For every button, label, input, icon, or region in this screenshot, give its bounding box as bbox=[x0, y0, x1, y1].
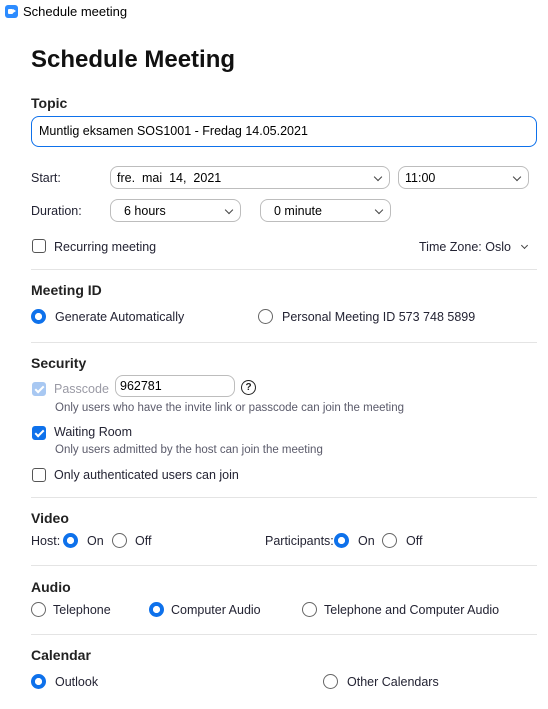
calendar-title: Calendar bbox=[31, 647, 91, 663]
start-date-picker[interactable]: fre. mai 14, 2021 bbox=[110, 166, 390, 189]
personal-meeting-id-label[interactable]: Personal Meeting ID 573 748 5899 bbox=[282, 310, 475, 324]
divider bbox=[31, 269, 537, 270]
passcode-value: 962781 bbox=[120, 379, 162, 393]
topic-input[interactable]: Muntlig eksamen SOS1001 - Fredag 14.05.2… bbox=[31, 116, 537, 147]
video-host-off-radio[interactable] bbox=[112, 533, 127, 548]
audio-both-label[interactable]: Telephone and Computer Audio bbox=[324, 603, 499, 617]
audio-computer-radio[interactable] bbox=[149, 602, 164, 617]
timezone-select[interactable]: Time Zone: Oslo bbox=[419, 240, 529, 254]
video-host-on-label[interactable]: On bbox=[87, 534, 104, 548]
video-host-off-label[interactable]: Off bbox=[135, 534, 151, 548]
chevron-down-icon bbox=[374, 205, 384, 215]
security-title: Security bbox=[31, 355, 87, 371]
authenticated-users-checkbox[interactable] bbox=[32, 468, 46, 482]
start-time-value: 11:00 bbox=[405, 171, 436, 185]
audio-title: Audio bbox=[31, 579, 71, 595]
zoom-app-icon bbox=[5, 5, 18, 18]
page-title: Schedule Meeting bbox=[31, 46, 236, 73]
window-titlebar: Schedule meeting bbox=[0, 0, 548, 22]
generate-automatically-radio[interactable] bbox=[31, 309, 46, 324]
calendar-outlook-label[interactable]: Outlook bbox=[55, 675, 98, 689]
meeting-id-title: Meeting ID bbox=[31, 282, 102, 298]
video-participants-label: Participants: bbox=[265, 534, 334, 548]
waiting-room-description: Only users admitted by the host can join… bbox=[55, 444, 323, 456]
video-host-on-radio[interactable] bbox=[63, 533, 78, 548]
help-icon[interactable]: ? bbox=[241, 380, 256, 395]
start-time-picker[interactable]: 11:00 bbox=[398, 166, 529, 189]
duration-hours-value: 6 hours bbox=[124, 204, 166, 218]
waiting-room-label[interactable]: Waiting Room bbox=[54, 425, 132, 439]
chevron-down-icon bbox=[373, 172, 383, 182]
calendar-other-radio[interactable] bbox=[323, 674, 338, 689]
video-participants-off-radio[interactable] bbox=[382, 533, 397, 548]
passcode-checkbox[interactable] bbox=[32, 382, 46, 396]
audio-both-radio[interactable] bbox=[302, 602, 317, 617]
timezone-label: Time Zone: Oslo bbox=[419, 240, 511, 254]
duration-hours-select[interactable]: 6 hours bbox=[110, 199, 241, 222]
divider bbox=[31, 342, 537, 343]
divider bbox=[31, 565, 537, 566]
audio-telephone-label[interactable]: Telephone bbox=[53, 603, 111, 617]
video-participants-on-label[interactable]: On bbox=[358, 534, 375, 548]
divider bbox=[31, 634, 537, 635]
duration-minutes-select[interactable]: 0 minute bbox=[260, 199, 391, 222]
video-title: Video bbox=[31, 510, 69, 526]
audio-telephone-radio[interactable] bbox=[31, 602, 46, 617]
recurring-checkbox[interactable] bbox=[32, 239, 46, 253]
video-participants-off-label[interactable]: Off bbox=[406, 534, 422, 548]
topic-value: Muntlig eksamen SOS1001 - Fredag 14.05.2… bbox=[39, 124, 308, 138]
chevron-down-icon bbox=[224, 205, 234, 215]
calendar-outlook-radio[interactable] bbox=[31, 674, 46, 689]
chevron-down-icon bbox=[521, 241, 529, 250]
authenticated-users-label[interactable]: Only authenticated users can join bbox=[54, 468, 239, 482]
passcode-description: Only users who have the invite link or p… bbox=[55, 402, 405, 414]
waiting-room-checkbox[interactable] bbox=[32, 426, 46, 440]
passcode-input[interactable]: 962781 bbox=[115, 375, 235, 397]
audio-computer-label[interactable]: Computer Audio bbox=[171, 603, 261, 617]
divider bbox=[31, 497, 537, 498]
recurring-label[interactable]: Recurring meeting bbox=[54, 240, 156, 254]
topic-label: Topic bbox=[31, 95, 68, 111]
passcode-label: Passcode bbox=[54, 382, 109, 396]
duration-minutes-value: 0 minute bbox=[274, 204, 322, 218]
video-host-label: Host: bbox=[31, 534, 61, 548]
video-participants-on-radio[interactable] bbox=[334, 533, 349, 548]
calendar-other-label[interactable]: Other Calendars bbox=[347, 675, 439, 689]
generate-automatically-label[interactable]: Generate Automatically bbox=[55, 310, 184, 324]
personal-meeting-id-radio[interactable] bbox=[258, 309, 273, 324]
chevron-down-icon bbox=[512, 172, 522, 182]
window-title: Schedule meeting bbox=[23, 4, 128, 19]
duration-label: Duration: bbox=[31, 204, 82, 218]
start-label: Start: bbox=[31, 171, 61, 185]
start-date-value: fre. mai 14, 2021 bbox=[117, 171, 222, 185]
